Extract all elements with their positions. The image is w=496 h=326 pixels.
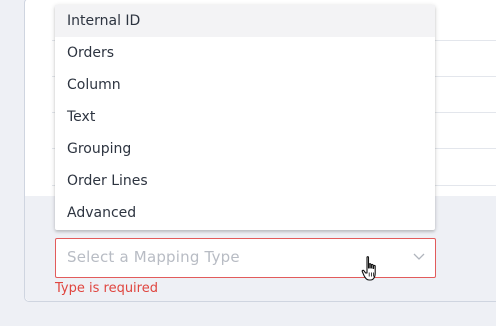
validation-error: Type is required xyxy=(55,281,158,296)
option-text[interactable]: Text xyxy=(55,101,435,133)
option-internal-id[interactable]: Internal ID xyxy=(55,5,435,37)
option-column[interactable]: Column xyxy=(55,69,435,101)
option-order-lines[interactable]: Order Lines xyxy=(55,165,435,197)
chevron-down-icon xyxy=(413,253,425,260)
mapping-type-dropdown-menu: Internal ID Orders Column Text Grouping … xyxy=(55,5,435,230)
option-grouping[interactable]: Grouping xyxy=(55,133,435,165)
select-placeholder: Select a Mapping Type xyxy=(67,248,240,266)
option-orders[interactable]: Orders xyxy=(55,37,435,69)
hand-pointer-icon xyxy=(361,256,376,281)
option-advanced[interactable]: Advanced xyxy=(55,197,435,229)
